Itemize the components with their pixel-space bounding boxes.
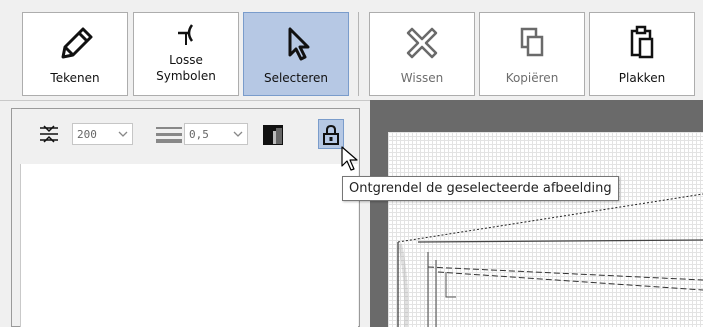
properties-content: [20, 164, 358, 327]
arrow-cursor-icon: [244, 19, 348, 67]
properties-toolbar: 200 0,5: [12, 112, 358, 162]
thickness-select[interactable]: 0,5: [184, 123, 248, 145]
losse-label: Losse: [169, 53, 203, 67]
plakken-label: Plakken: [618, 71, 666, 85]
ribbon-toolbar: Tekenen Losse Symbolen Selecteren Wissen: [0, 0, 703, 100]
chevron-down-icon: [117, 127, 129, 141]
toolbar-separator: [358, 12, 359, 96]
wissen-button[interactable]: Wissen: [369, 12, 475, 96]
lock-button[interactable]: [318, 119, 344, 149]
thickness-value: 0,5: [189, 128, 209, 141]
erase-x-icon: [370, 19, 474, 67]
width-value: 200: [77, 128, 97, 141]
width-icon: [38, 124, 60, 148]
copy-icon: [480, 19, 584, 67]
line-thickness-icon: [154, 124, 184, 148]
tekenen-button[interactable]: Tekenen: [22, 12, 128, 96]
chevron-down-icon: [232, 127, 244, 141]
losse-symbolen-button[interactable]: Losse Symbolen: [133, 12, 239, 96]
selecteren-button[interactable]: Selecteren: [243, 12, 349, 96]
color-swatch-icon[interactable]: [263, 125, 283, 149]
lock-tooltip: Ontgrendel de geselecteerde afbeelding: [342, 176, 619, 201]
selecteren-label: Selecteren: [263, 71, 329, 85]
lock-icon: [322, 124, 340, 150]
symbolen-label: Symbolen: [156, 69, 216, 83]
width-select[interactable]: 200: [72, 123, 133, 145]
paste-icon: [590, 19, 694, 67]
wissen-label: Wissen: [400, 71, 444, 85]
plakken-button[interactable]: Plakken: [589, 12, 695, 96]
selected-drawing[interactable]: [388, 132, 703, 327]
kopieren-button[interactable]: Kopiëren: [479, 12, 585, 96]
tekenen-label: Tekenen: [50, 71, 100, 85]
pencil-icon: [23, 19, 127, 67]
kopieren-label: Kopiëren: [505, 71, 559, 85]
mouse-cursor-icon: [341, 146, 358, 171]
